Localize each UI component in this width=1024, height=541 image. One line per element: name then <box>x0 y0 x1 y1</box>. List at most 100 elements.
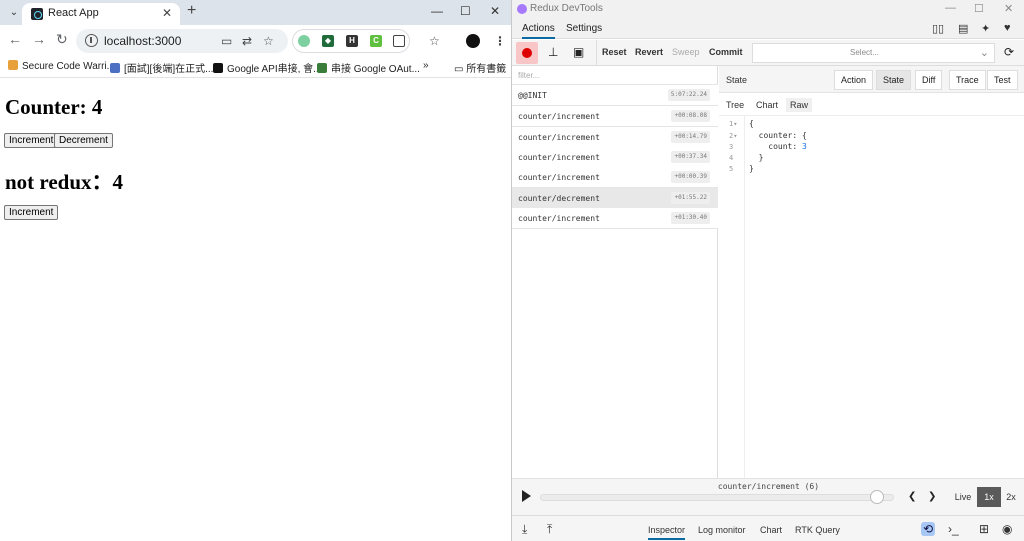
fold-icon[interactable]: ▾ <box>733 132 737 140</box>
commit-button[interactable]: Commit <box>709 47 743 57</box>
page-content: Counter: 4 Increment Decrement not redux… <box>0 79 511 541</box>
export-icon[interactable]: ⤒ <box>547 522 552 537</box>
slider-action-label: counter/increment (6) <box>717 482 820 491</box>
maximize-icon[interactable]: ☐ <box>460 4 471 18</box>
record-button[interactable] <box>516 42 538 64</box>
bookmark-item[interactable]: Google API串接, 會... <box>213 60 321 75</box>
tab-react-app[interactable]: React App ✕ <box>22 3 180 25</box>
play-icon[interactable] <box>522 490 531 502</box>
tab-trace[interactable]: Trace <box>949 70 986 90</box>
h-extension-icon[interactable]: H <box>346 35 358 47</box>
layout-icon[interactable]: ⊞ <box>979 522 989 536</box>
tab-close-icon[interactable]: ✕ <box>162 6 172 20</box>
tab-test[interactable]: Test <box>987 70 1018 90</box>
window-close-icon[interactable]: ✕ <box>490 4 500 18</box>
tab-actions[interactable]: Actions <box>522 23 555 39</box>
redux-devtools-window: Redux DevTools — ☐ ✕ Actions Settings ▯▯… <box>511 0 1024 541</box>
action-row[interactable]: @@INIT 5:07:22.24 <box>512 85 718 106</box>
tab-chart-monitor[interactable]: Chart <box>760 525 782 535</box>
reading-list-icon[interactable]: ☆ <box>429 34 440 48</box>
back-icon[interactable]: ← <box>8 31 22 47</box>
tab-inspector[interactable]: Inspector <box>648 525 686 540</box>
time-slider-thumb[interactable] <box>869 490 884 504</box>
all-bookmarks-folder[interactable]: ▭ 所有書籤 <box>454 60 506 75</box>
state-panel-header: State Action State Diff Trace Test <box>719 66 1024 93</box>
fold-icon[interactable]: ▾ <box>733 120 737 128</box>
extension-icon-1[interactable] <box>298 35 310 47</box>
select-placeholder: Select... <box>850 48 879 57</box>
address-bar[interactable]: localhost:3000 <box>76 29 288 53</box>
live-button[interactable]: Live <box>951 487 975 507</box>
revert-button[interactable]: Revert <box>635 47 663 57</box>
bookmark-star-icon[interactable]: ☆ <box>263 34 274 48</box>
bookmark-item[interactable]: Secure Code Warri... <box>8 60 115 72</box>
sync-icon[interactable]: ⟳ <box>1004 45 1014 59</box>
translate-icon[interactable]: ⇄ <box>242 34 252 48</box>
lock-icon[interactable]: ▣ <box>573 45 584 59</box>
docs-icon[interactable]: ▯▯ <box>932 22 944 35</box>
remote-icon[interactable]: ◉ <box>1002 522 1012 536</box>
not-redux-heading: not redux：4 <box>5 170 124 194</box>
filter-input[interactable]: filter... <box>512 66 718 85</box>
terminal-icon[interactable]: ›_ <box>948 522 959 536</box>
twitter-icon[interactable]: ✦ <box>981 22 990 35</box>
bookmark-item[interactable]: [面試][後端]在正式... <box>110 60 213 75</box>
dispatcher-icon[interactable]: ⟲ <box>921 522 936 536</box>
kebab-menu-icon[interactable]: ⋮ <box>494 34 506 48</box>
c-extension-icon[interactable]: C <box>370 35 382 47</box>
tab-state[interactable]: State <box>876 70 912 90</box>
action-name: counter/increment <box>518 133 600 142</box>
feedback-icon[interactable]: ▤ <box>958 22 968 35</box>
action-name: @@INIT <box>518 91 547 100</box>
pin-icon[interactable]: ⊥ <box>548 45 558 59</box>
puzzle-extensions-icon[interactable] <box>393 35 405 47</box>
line-number: 1▾ <box>729 120 738 128</box>
line-number: 5 <box>729 165 734 173</box>
bookmark-favicon-icon <box>317 63 327 73</box>
action-row[interactable]: counter/increment +00:08.08 <box>512 106 718 127</box>
instance-select[interactable]: Select... ⌄ <box>752 43 995 63</box>
step-back-icon[interactable]: ❮ <box>908 491 916 502</box>
tab-rtk-query[interactable]: RTK Query <box>795 525 840 535</box>
tab-settings[interactable]: Settings <box>566 23 602 34</box>
action-row[interactable]: counter/increment +00:14.79 <box>512 127 718 148</box>
maximize-icon[interactable]: ☐ <box>974 2 984 15</box>
window-close-icon[interactable]: ✕ <box>1004 2 1013 15</box>
tab-log-monitor[interactable]: Log monitor <box>698 525 746 535</box>
react-favicon-icon <box>31 8 43 20</box>
increment-local-button[interactable]: Increment <box>4 205 59 220</box>
action-row[interactable]: counter/increment +00:37.34 <box>512 147 718 168</box>
tab-tree[interactable]: Tree <box>726 100 744 110</box>
time-slider-track[interactable] <box>540 494 894 501</box>
url-text[interactable]: localhost:3000 <box>104 34 181 48</box>
forward-icon[interactable]: → <box>32 31 46 47</box>
sweep-button[interactable]: Sweep <box>672 47 700 57</box>
profile-avatar[interactable] <box>466 34 480 48</box>
tab-raw[interactable]: Raw <box>786 98 813 112</box>
tab-chart[interactable]: Chart <box>756 100 778 110</box>
new-tab-button[interactable]: + <box>187 2 196 20</box>
heart-icon[interactable]: ♥ <box>1004 22 1011 34</box>
tab-search-icon[interactable]: ⌄ <box>5 4 23 22</box>
cast-icon[interactable]: ▭ <box>221 34 232 48</box>
increment-button[interactable]: Increment <box>4 133 59 148</box>
step-forward-icon[interactable]: ❯ <box>928 491 936 502</box>
tab-action[interactable]: Action <box>834 70 874 90</box>
speed-1x-button[interactable]: 1x <box>977 487 1001 507</box>
bookmarks-overflow-icon[interactable]: » <box>423 60 429 71</box>
minimize-icon[interactable]: — <box>945 2 956 14</box>
import-icon[interactable]: ⤓ <box>522 522 527 537</box>
action-row[interactable]: counter/increment +01:30.40 <box>512 208 718 229</box>
site-info-icon[interactable] <box>85 34 98 47</box>
bookmark-item[interactable]: 串接 Google OAut... <box>317 60 420 75</box>
decrement-button[interactable]: Decrement <box>54 133 113 148</box>
browser-toolbar: ← → ↻ localhost:3000 ▭ ⇄ ☆ ◆ H C ☆ ⋮ <box>0 25 511 56</box>
speed-2x-button[interactable]: 2x <box>999 487 1023 507</box>
reload-icon[interactable]: ↻ <box>56 31 68 48</box>
shield-extension-icon[interactable]: ◆ <box>322 35 334 47</box>
action-row-selected[interactable]: counter/decrement +01:55.22 <box>512 188 718 209</box>
tab-diff[interactable]: Diff <box>915 70 943 90</box>
minimize-icon[interactable]: — <box>431 4 443 18</box>
action-row[interactable]: counter/increment +00:00.39 <box>512 167 718 188</box>
reset-button[interactable]: Reset <box>602 47 627 57</box>
